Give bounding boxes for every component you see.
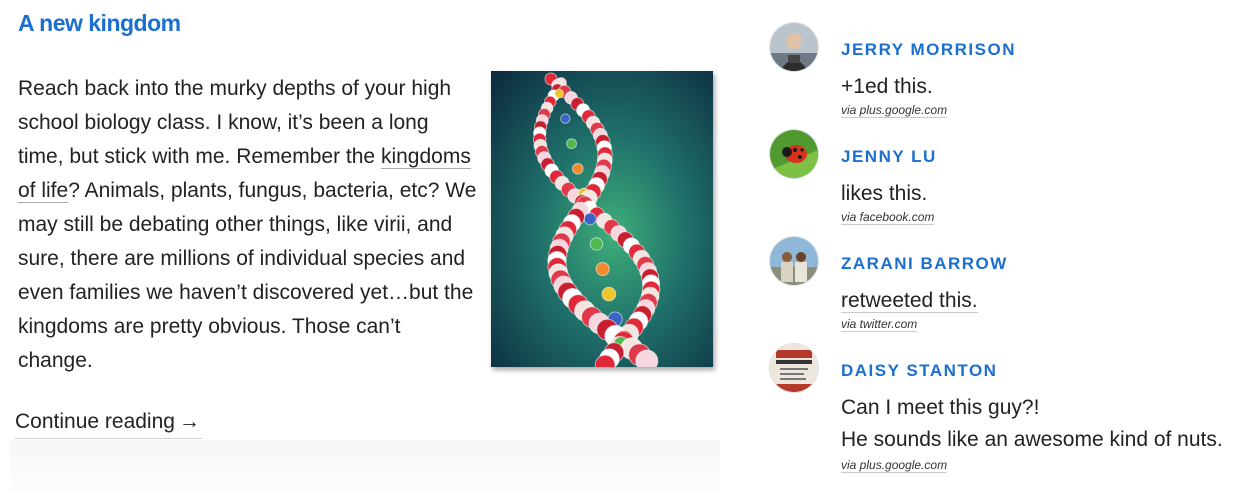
continue-reading-label: Continue reading [15,410,175,433]
user-name-jenny-lu[interactable]: JENNY LU [841,147,937,167]
dna-bead [589,237,604,251]
user-name-jerry-morrison[interactable]: JERRY MORRISON [841,40,1016,60]
activity-action-line-2: He sounds like an awesome kind of nuts. [841,428,1223,451]
post-title-link[interactable]: A new kingdom [18,10,181,37]
dna-bead [635,349,659,367]
right-arrow-icon: → [178,410,200,433]
dna-bead [601,286,617,302]
activity-action: +1ed this. [841,75,933,98]
activity-source-link[interactable]: via plus.google.com [841,458,948,473]
activity-source-link[interactable]: via plus.google.com [841,103,948,118]
dna-bead [554,88,564,99]
activity-action: likes this. [841,182,928,205]
user-name-zarani-barrow[interactable]: ZARANI BARROW [841,254,1008,274]
dna-bead [571,162,584,175]
dna-bead [560,113,571,124]
activity-item: ZARANI BARROW retweeted this. via twitte… [770,237,1240,337]
person-avatar-icon[interactable] [770,23,818,71]
bottom-fade [10,440,720,492]
post-column: A new kingdom Reach back into the murky … [0,0,720,492]
drink-coffee-sign-avatar-icon[interactable] [770,344,818,392]
dna-bead [583,212,597,226]
continue-reading-link[interactable]: Continue reading → [15,406,202,439]
social-activity-list: JERRY MORRISON +1ed this. via plus.googl… [770,0,1240,492]
dna-bead [566,138,578,150]
retweeted-text: retweeted this. [841,289,978,313]
dna-helix-icon [491,71,713,367]
activity-action: retweeted this. [841,285,978,317]
excerpt-text-end: ? Animals, plants, fungus, bacteria, etc… [18,179,477,372]
activity-source-link[interactable]: via facebook.com [841,210,935,225]
ladybug-avatar-icon[interactable] [770,130,818,178]
dna-bead [595,261,610,277]
activity-item: JENNY LU likes this. via facebook.com [770,130,1240,230]
activity-action-line-1: Can I meet this guy?! [841,396,1040,419]
post-excerpt: Reach back into the murky depths of your… [18,72,478,378]
user-name-daisy-stanton[interactable]: DAISY STANTON [841,361,997,381]
activity-item: JERRY MORRISON +1ed this. via plus.googl… [770,23,1240,123]
activity-item: DAISY STANTON Can I meet this guy?! He s… [770,344,1240,484]
activity-source-link[interactable]: via twitter.com [841,317,918,332]
group-photo-avatar-icon[interactable] [770,237,818,285]
dna-helix-image [491,71,713,367]
